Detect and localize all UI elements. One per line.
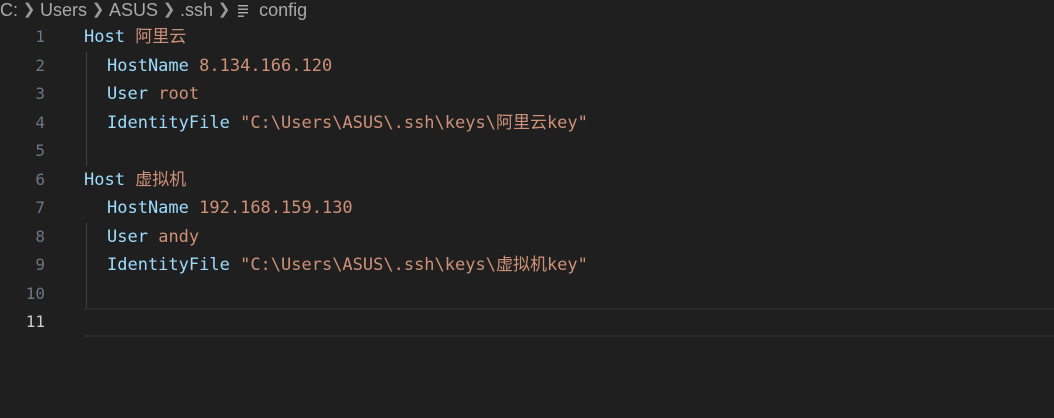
- code-line[interactable]: 7 HostName 192.168.159.130: [0, 194, 1054, 223]
- breadcrumb-file[interactable]: config: [235, 0, 307, 20]
- line-number: 6: [35, 169, 45, 189]
- line-number: 1: [35, 27, 45, 46]
- line-number: 10: [25, 283, 45, 303]
- config-value: "C:\Users\ASUS\.ssh\keys\阿里云key": [240, 112, 588, 133]
- breadcrumb: C: ❯ Users ❯ ASUS ❯ .ssh ❯ config: [0, 0, 307, 20]
- line-number: 4: [35, 112, 45, 132]
- line-number: 2: [35, 55, 45, 75]
- chevron-right-icon: ❯: [91, 1, 105, 18]
- breadcrumb-asus[interactable]: ASUS: [109, 0, 158, 20]
- code-line[interactable]: 10: [0, 280, 1054, 309]
- code-editor[interactable]: 1 Host 阿里云 2 HostName 8.134.166.120 3 Us…: [0, 23, 1054, 418]
- config-value: 虚拟机: [135, 169, 187, 190]
- config-key: HostName: [107, 198, 189, 218]
- line-number: 8: [35, 226, 45, 246]
- breadcrumb-drive[interactable]: C:: [0, 0, 18, 20]
- lines-file-icon: [238, 5, 249, 18]
- config-key: IdentityFile: [107, 255, 230, 275]
- code-line[interactable]: 4 IdentityFile "C:\Users\ASUS\.ssh\keys\…: [0, 109, 1054, 138]
- code-line[interactable]: 8 User andy: [0, 223, 1054, 252]
- config-key: HostName: [107, 55, 189, 76]
- chevron-right-icon: ❯: [162, 1, 176, 18]
- code-line[interactable]: 6 Host 虚拟机: [0, 166, 1054, 195]
- config-key: User: [107, 84, 148, 104]
- line-number: 7: [35, 198, 45, 217]
- config-value: 192.168.159.130: [199, 198, 353, 218]
- line-number-active: 11: [25, 312, 45, 331]
- code-line[interactable]: 9 IdentityFile "C:\Users\ASUS\.ssh\keys\…: [0, 251, 1054, 280]
- line-number: 5: [35, 141, 45, 160]
- breadcrumb-file-name: config: [259, 0, 308, 20]
- code-text: Host 阿里云: [84, 23, 186, 52]
- breadcrumb-ssh[interactable]: .ssh: [180, 0, 213, 20]
- config-value: root: [158, 84, 200, 104]
- code-line[interactable]: 5: [0, 137, 1054, 166]
- config-value: andy: [158, 226, 200, 247]
- config-key: Host: [84, 27, 125, 47]
- chevron-right-icon: ❯: [22, 1, 36, 18]
- code-line[interactable]: 2 HostName 8.134.166.120: [0, 52, 1054, 81]
- code-text: User root: [107, 80, 199, 109]
- code-text: IdentityFile "C:\Users\ASUS\.ssh\keys\虚拟…: [107, 251, 588, 280]
- code-line[interactable]: 3 User root: [0, 80, 1054, 109]
- chevron-right-icon: ❯: [217, 1, 231, 18]
- config-value: 8.134.166.120: [199, 55, 333, 76]
- line-number: 9: [35, 255, 45, 274]
- code-text: HostName 8.134.166.120: [107, 52, 332, 81]
- config-key: User: [107, 226, 148, 247]
- code-text: HostName 192.168.159.130: [107, 194, 353, 223]
- code-text: Host 虚拟机: [84, 166, 186, 195]
- code-text: IdentityFile "C:\Users\ASUS\.ssh\keys\阿里…: [107, 109, 588, 138]
- config-key: Host: [84, 169, 125, 190]
- config-key: IdentityFile: [107, 112, 230, 133]
- code-text: User andy: [107, 223, 199, 252]
- line-number: 3: [35, 84, 45, 103]
- code-line[interactable]: 1 Host 阿里云: [0, 23, 1054, 52]
- config-value: "C:\Users\ASUS\.ssh\keys\虚拟机key": [240, 255, 588, 275]
- breadcrumb-users[interactable]: Users: [40, 0, 87, 20]
- config-value: 阿里云: [135, 27, 187, 47]
- code-line-current[interactable]: 11: [0, 308, 1054, 337]
